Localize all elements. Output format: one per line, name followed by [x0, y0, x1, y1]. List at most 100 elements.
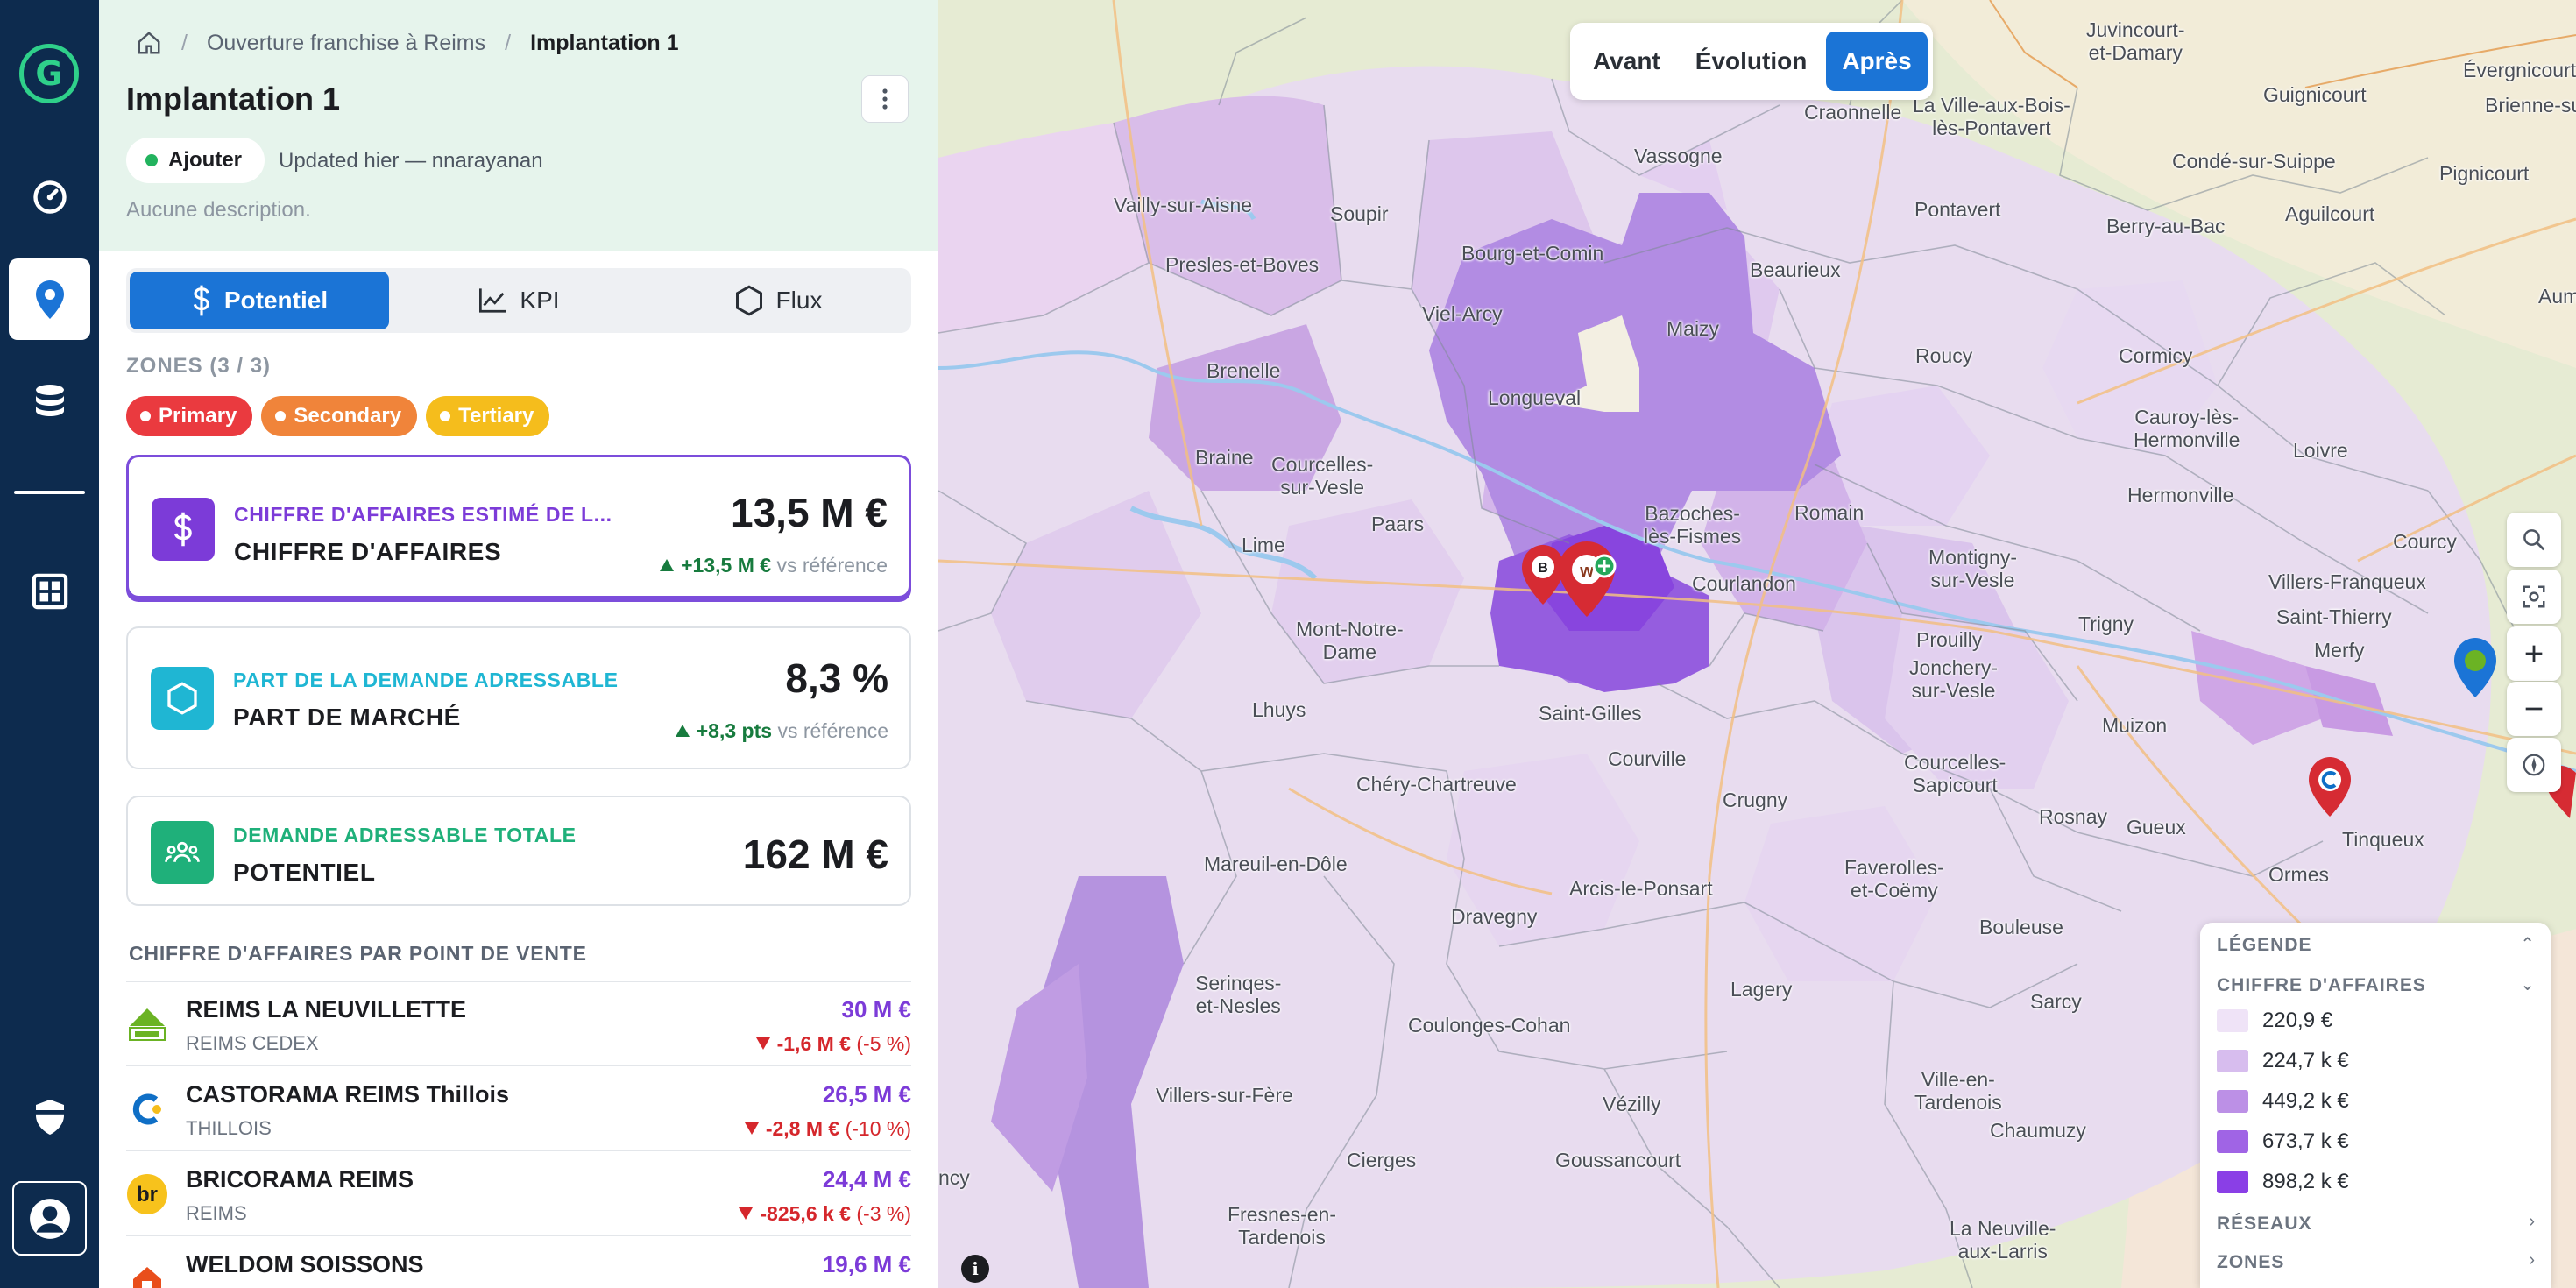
- chevron-right-icon[interactable]: ›: [2529, 1212, 2535, 1232]
- place-label: Condé-sur-Suippe: [2172, 150, 2336, 173]
- place-label: Vézilly: [1603, 1093, 1661, 1115]
- zoom-out-button[interactable]: [2507, 682, 2561, 736]
- place-label: La Ville-aux-Bois-lès-Pontavert: [1913, 94, 2070, 139]
- store-name: BRICORAMA REIMS: [186, 1166, 414, 1192]
- kpi-value: 8,3 %: [785, 655, 888, 701]
- store-row[interactable]: br BRICORAMA REIMS REIMS 24,4 M € -825,6…: [126, 1152, 911, 1236]
- zoom-in-button[interactable]: [2507, 626, 2561, 681]
- place-label: Maizy: [1667, 317, 1720, 340]
- kpi-card-potentiel[interactable]: DEMANDE ADRESSABLE TOTALE POTENTIEL 162 …: [126, 796, 911, 906]
- nav-shield-icon[interactable]: [9, 1076, 90, 1157]
- chevron-down-icon[interactable]: ⌄: [2520, 973, 2535, 995]
- zone-chip-tertiary[interactable]: Tertiary: [426, 396, 550, 436]
- legend-networks[interactable]: RÉSEAUX: [2217, 1214, 2312, 1235]
- nav-map-pin-icon[interactable]: [9, 258, 90, 340]
- add-status-button[interactable]: Ajouter: [126, 138, 265, 183]
- store-row[interactable]: REIMS LA NEUVILLETTE REIMS CEDEX 30 M € …: [126, 982, 911, 1066]
- place-label: Paars: [1371, 513, 1425, 535]
- breadcrumb-current: Implantation 1: [530, 30, 679, 55]
- breadcrumb-parent[interactable]: Ouverture franchise à Reims: [207, 31, 485, 56]
- zones-label: ZONES (3 / 3): [126, 354, 272, 378]
- line-chart-icon: [479, 288, 506, 313]
- panel-tabs: Potentiel KPI Flux: [126, 268, 911, 333]
- place-label: Ormes: [2268, 863, 2329, 886]
- leroy-merlin-logo-icon: [126, 1003, 168, 1045]
- nav-database-icon[interactable]: [9, 361, 90, 442]
- minus-icon: [2525, 707, 2543, 711]
- tab-label: KPI: [520, 287, 560, 314]
- place-label: Faverolles-et-Coëmy: [1844, 856, 1944, 902]
- place-label: Fresnes-en- Tardenois: [1228, 1203, 1336, 1249]
- tab-label: Flux: [775, 287, 823, 314]
- legend-title[interactable]: LÉGENDE: [2217, 935, 2312, 956]
- store-row[interactable]: CASTORAMA REIMS Thillois THILLOIS 26,5 M…: [126, 1067, 911, 1151]
- place-label: Viel-Arcy: [1422, 302, 1503, 325]
- store-city: REIMS CEDEX: [186, 1032, 319, 1054]
- people-icon: [151, 821, 214, 884]
- map-legend: LÉGENDE ⌃ CHIFFRE D'AFFAIRES ⌄ 220,9 € 2…: [2200, 923, 2551, 1288]
- place-label: Courcelles-sur-Vesle: [1271, 453, 1374, 499]
- panel-header: / Ouverture franchise à Reims / Implanta…: [99, 0, 938, 251]
- store-city: THILLOIS: [186, 1117, 272, 1139]
- tab-potentiel[interactable]: Potentiel: [130, 272, 389, 329]
- kpi-name: POTENTIEL: [233, 859, 376, 886]
- map-canvas[interactable]: B w Juvincourt-et-Damary Évergnicourt Cr…: [938, 0, 2576, 1288]
- kpi-card-chiffre-affaires[interactable]: CHIFFRE D'AFFAIRES ESTIMÉ DE L... CHIFFR…: [126, 455, 911, 598]
- place-label: Mareuil-en-Dôle: [1204, 853, 1348, 875]
- place-label: Pignicourt: [2439, 162, 2530, 185]
- add-status-label: Ajouter: [168, 148, 242, 172]
- place-label: Roucy: [1915, 344, 1973, 367]
- user-avatar-icon[interactable]: [12, 1181, 87, 1256]
- segment-avant[interactable]: Avant: [1577, 32, 1676, 91]
- nav-dashboard-icon[interactable]: [9, 156, 90, 237]
- legend-item: 673,7 k €: [2217, 1129, 2349, 1155]
- description[interactable]: Aucune description.: [126, 198, 311, 223]
- place-label: Coulonges-Cohan: [1408, 1014, 1571, 1037]
- svg-text:B: B: [1538, 561, 1548, 576]
- place-label: Pontavert: [1914, 198, 2001, 221]
- segment-evolution[interactable]: Évolution: [1680, 32, 1823, 91]
- legend-item: 898,2 k €: [2217, 1169, 2349, 1195]
- status-dot-icon: [145, 154, 158, 166]
- compass-button[interactable]: [2507, 738, 2561, 792]
- legend-zones[interactable]: ZONES: [2217, 1252, 2284, 1273]
- legend-section-title[interactable]: CHIFFRE D'AFFAIRES: [2217, 975, 2426, 996]
- tab-flux[interactable]: Flux: [648, 272, 908, 329]
- place-label: Muizon: [2102, 714, 2168, 737]
- kpi-overline: CHIFFRE D'AFFAIRES ESTIMÉ DE L...: [234, 503, 612, 526]
- place-label: Cormicy: [2119, 344, 2193, 367]
- home-icon[interactable]: [136, 30, 162, 56]
- nav-grid-icon[interactable]: [9, 550, 90, 632]
- place-label: Arcis-le-Ponsart: [1569, 877, 1713, 900]
- place-label: Saint-Gilles: [1539, 702, 1642, 725]
- place-label: Bouleuse: [1979, 916, 2063, 938]
- segment-apres[interactable]: Après: [1826, 32, 1928, 91]
- store-value: 26,5 M €: [822, 1081, 911, 1108]
- map-fit-button[interactable]: [2507, 570, 2561, 624]
- place-label: Soupir: [1330, 202, 1389, 225]
- zone-chip-secondary[interactable]: Secondary: [261, 396, 418, 436]
- kpi-card-part-de-marche[interactable]: PART DE LA DEMANDE ADRESSABLE PART DE MA…: [126, 626, 911, 769]
- map-search-button[interactable]: [2507, 513, 2561, 567]
- info-icon[interactable]: i: [961, 1255, 989, 1283]
- tab-kpi[interactable]: KPI: [389, 272, 648, 329]
- chevron-up-icon[interactable]: ⌃: [2520, 933, 2535, 955]
- kpi-name: PART DE MARCHÉ: [233, 704, 461, 731]
- kpi-delta: +8,3 pts vs référence: [675, 719, 888, 743]
- place-label: Brenelle: [1207, 359, 1281, 382]
- place-label: Jonchery-sur-Vesle: [1909, 656, 1998, 702]
- app-logo-icon[interactable]: G: [19, 44, 79, 103]
- kpi-overline: PART DE LA DEMANDE ADRESSABLE: [233, 669, 619, 691]
- hexagon-icon: [735, 285, 762, 316]
- chevron-right-icon[interactable]: ›: [2529, 1250, 2535, 1270]
- store-value: 24,4 M €: [822, 1166, 911, 1192]
- zone-chip-primary[interactable]: Primary: [126, 396, 253, 436]
- place-label: Loivre: [2293, 439, 2348, 462]
- castorama-logo-icon: [126, 1088, 168, 1130]
- place-label: Dravegny: [1451, 905, 1538, 928]
- store-row[interactable]: WELDOM SOISSONS 19,6 M €: [126, 1237, 911, 1288]
- more-options-button[interactable]: [861, 75, 909, 123]
- place-label: Ville-en- Tardenois: [1914, 1068, 2002, 1114]
- plus-icon: [2525, 645, 2543, 662]
- kpi-delta: +13,5 M € vs référence: [660, 554, 888, 577]
